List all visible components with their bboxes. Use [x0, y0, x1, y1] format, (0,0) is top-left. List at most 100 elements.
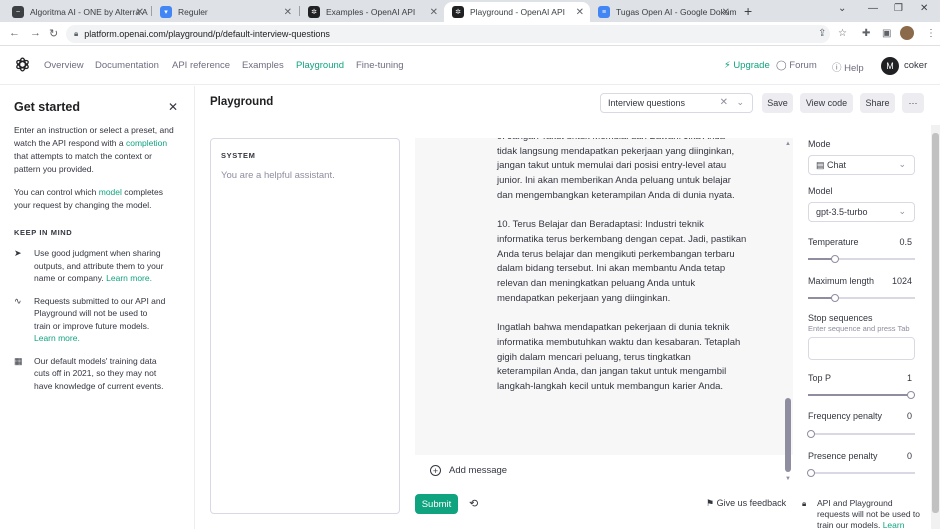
slider-thumb[interactable] [807, 430, 815, 438]
tab-close-icon[interactable]: ✕ [576, 7, 584, 18]
completion-link[interactable]: completion [126, 138, 167, 148]
learn-more-link[interactable]: Learn more. [34, 333, 80, 343]
presence-penalty-value[interactable]: 0 [880, 451, 912, 461]
model-label: Model [808, 186, 833, 196]
slider-fill [808, 394, 915, 396]
restore-icon[interactable]: ❐ [894, 3, 903, 14]
flag-icon: ⚑ [706, 498, 715, 508]
reload-icon[interactable]: ↻ [49, 27, 58, 40]
slider-thumb[interactable] [830, 255, 839, 263]
system-panel[interactable]: SYSTEM You are a helpful assistant. [210, 138, 400, 514]
browser-tab[interactable]: ≡ Tugas Open AI - Google Dokum ✕ [590, 2, 736, 22]
scroll-down-arrow-icon[interactable]: ▼ [785, 476, 791, 482]
nav-overview[interactable]: Overview [44, 60, 84, 71]
max-length-value[interactable]: 1024 [880, 276, 912, 286]
message-paragraph: 10. Terus Belajar dan Beradaptasi: Indus… [497, 219, 747, 304]
keep-in-mind-heading: KEEP IN MIND [14, 228, 73, 237]
submit-button[interactable]: Submit [415, 494, 458, 514]
minimize-icon[interactable]: — [868, 3, 878, 14]
chat-scrollbar-thumb[interactable] [785, 398, 791, 472]
give-feedback-link[interactable]: ⚑ Give us feedback [706, 498, 786, 509]
temperature-slider[interactable] [808, 255, 915, 263]
close-icon[interactable]: ✕ [168, 100, 178, 114]
share-button[interactable]: Share [860, 93, 895, 113]
tab-search-icon[interactable]: ⌄ [838, 3, 846, 14]
page-scrollbar[interactable] [931, 125, 940, 529]
page-scrollbar-thumb[interactable] [932, 133, 939, 513]
browser-tab[interactable]: ~ Algoritma AI - ONE by Alterra A ✕ [4, 2, 150, 22]
tab-close-icon[interactable]: ✕ [284, 7, 292, 18]
frequency-penalty-value[interactable]: 0 [880, 411, 912, 421]
add-message-button[interactable]: + Add message [430, 465, 507, 476]
assistant-message[interactable]: 9. Jangan Takut untuk Memulai dari Bawah… [497, 138, 747, 409]
bookmark-star-icon[interactable]: ☆ [838, 28, 847, 39]
preset-select[interactable]: Interview questions ✕ ⌄ [600, 93, 753, 113]
plus-circle-icon: + [430, 465, 441, 476]
scroll-up-arrow-icon[interactable]: ▲ [785, 141, 791, 147]
top-navigation: Overview Documentation API reference Exa… [0, 47, 940, 85]
browser-tab[interactable]: ✲ Examples - OpenAI API ✕ [300, 2, 444, 22]
nav-examples[interactable]: Examples [242, 60, 284, 71]
tab-title: Examples - OpenAI API [326, 7, 416, 17]
nav-api-reference[interactable]: API reference [172, 60, 230, 71]
help-link[interactable]: ⓘ Help [832, 60, 864, 74]
chat-messages-area[interactable]: 9. Jangan Takut untuk Memulai dari Bawah… [415, 138, 793, 455]
learn-more-link[interactable]: Learn more. [106, 273, 152, 283]
forum-label: Forum [789, 60, 817, 71]
tab-title: Reguler [178, 7, 208, 17]
back-icon[interactable]: ← [9, 27, 20, 39]
tab-title: Playground - OpenAI API [470, 7, 565, 17]
slider-thumb[interactable] [807, 469, 815, 477]
share-icon[interactable]: ⇪ [818, 28, 826, 39]
forward-icon[interactable]: → [30, 27, 41, 39]
frequency-penalty-slider[interactable] [807, 430, 915, 438]
extensions-icon[interactable]: ✚ [862, 28, 870, 39]
new-tab-icon[interactable]: + [744, 3, 752, 19]
window-close-icon[interactable]: ✕ [920, 3, 928, 14]
tab-favicon-icon: ~ [12, 6, 24, 18]
slider-thumb[interactable] [830, 294, 839, 302]
intro-text: Enter an instruction or select a preset,… [14, 125, 174, 174]
openai-logo-icon[interactable] [14, 56, 31, 73]
chevron-down-icon: ⌄ [898, 159, 906, 169]
nav-documentation[interactable]: Documentation [95, 60, 159, 71]
history-icon[interactable]: ⟲ [469, 497, 478, 510]
url-field[interactable]: 🔒︎ platform.openai.com/playground/p/defa… [66, 25, 830, 43]
learn-more-link[interactable]: Learn [883, 520, 905, 529]
clear-preset-icon[interactable]: ✕ [720, 97, 728, 108]
mode-select[interactable]: ▤ Chat ⌄ [808, 155, 915, 175]
more-options-button[interactable]: ··· [902, 93, 924, 113]
tab-close-icon[interactable]: ✕ [722, 7, 730, 18]
url-text: platform.openai.com/playground/p/default… [84, 29, 330, 39]
save-button[interactable]: Save [762, 93, 793, 113]
nav-fine-tuning[interactable]: Fine-tuning [356, 60, 404, 71]
sidepanel-icon[interactable]: ▣ [882, 28, 891, 39]
user-name[interactable]: coker [904, 60, 927, 71]
tab-close-icon[interactable]: ✕ [136, 7, 144, 18]
model-link[interactable]: model [99, 187, 122, 197]
view-code-button[interactable]: View code [800, 93, 853, 113]
stop-sequences-input[interactable] [808, 337, 915, 360]
tab-close-icon[interactable]: ✕ [430, 7, 438, 18]
frequency-penalty-label: Frequency penalty [808, 411, 883, 421]
nav-playground[interactable]: Playground [296, 60, 344, 71]
openai-favicon-icon: ✲ [308, 6, 320, 18]
slider-thumb[interactable] [907, 391, 915, 399]
browser-menu-icon[interactable]: ⋮ [926, 28, 936, 39]
browser-tab[interactable]: ▾ Reguler ✕ [152, 2, 298, 22]
top-p-slider[interactable] [808, 391, 915, 399]
max-length-slider[interactable] [808, 294, 915, 302]
browser-profile-avatar[interactable] [900, 26, 914, 40]
temperature-value[interactable]: 0.5 [880, 237, 912, 247]
user-avatar[interactable]: M [881, 57, 899, 75]
top-p-value[interactable]: 1 [880, 373, 912, 383]
tab-title: Algoritma AI - ONE by Alterra A [30, 7, 148, 17]
upgrade-link[interactable]: ⚡︎ Upgrade [724, 60, 770, 71]
forum-link[interactable]: ◯ Forum [776, 60, 817, 71]
browser-tab-active[interactable]: ✲ Playground - OpenAI API ✕ [444, 2, 590, 22]
model-select[interactable]: gpt-3.5-turbo ⌄ [808, 202, 915, 222]
model-value: gpt-3.5-turbo [816, 207, 868, 217]
presence-penalty-slider[interactable] [807, 469, 915, 477]
system-message-input[interactable]: You are a helpful assistant. [221, 170, 389, 181]
top-p-label: Top P [808, 373, 832, 383]
